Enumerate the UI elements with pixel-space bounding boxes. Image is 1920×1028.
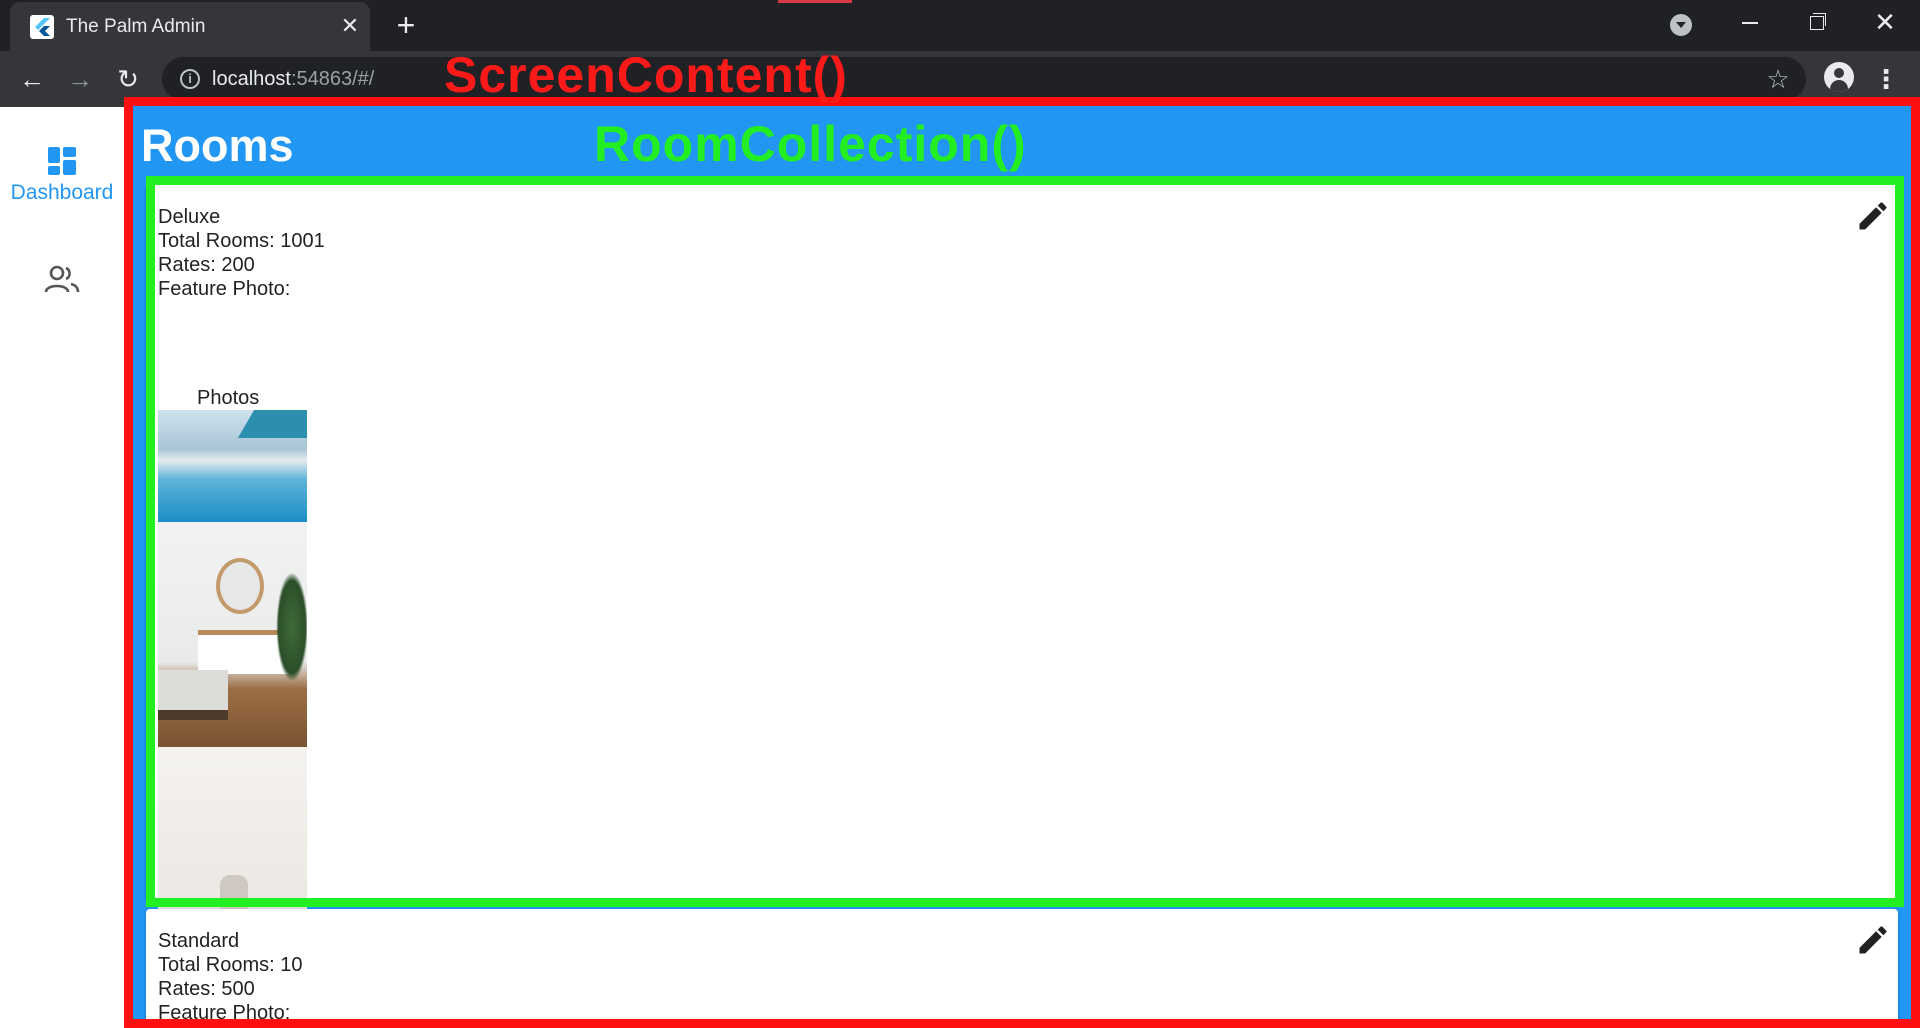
bedroom-photo	[158, 522, 307, 747]
room-rates: Rates: 200	[158, 254, 255, 276]
reload-button[interactable]: ↻	[110, 61, 146, 97]
browser-tab[interactable]: The Palm Admin ✕	[10, 2, 370, 51]
forward-button[interactable]: →	[62, 61, 98, 97]
tab-indicator	[778, 0, 852, 3]
browser-menu-icon[interactable]: ⋮	[1872, 64, 1900, 94]
screen-content: Rooms Deluxe Total Rooms: 1001 Rates: 20…	[133, 106, 1911, 1019]
tab-search-icon[interactable]	[1670, 14, 1692, 36]
pool-photo	[158, 410, 307, 522]
room-photos-label: Photos	[197, 387, 260, 409]
close-window-button[interactable]: ✕	[1862, 6, 1908, 38]
room-feature-photo-label: Feature Photo:	[158, 278, 291, 300]
room-card-standard: Standard Total Rooms: 10 Rates: 500 Feat…	[146, 909, 1898, 1019]
browser-toolbar: ← → ↻ i localhost:54863/#/ ☆ ⋮	[0, 51, 1920, 107]
restore-window-button[interactable]	[1793, 6, 1839, 38]
room-rates: Rates: 500	[158, 978, 255, 1000]
room-collection-annotation-label: RoomCollection()	[594, 116, 1027, 172]
room-feature-photo-label: Feature Photo:	[158, 1002, 291, 1019]
profile-avatar-icon[interactable]	[1824, 62, 1854, 92]
pencil-icon	[1859, 202, 1887, 230]
room-name: Standard	[158, 930, 240, 952]
url-path: :54863/#/	[290, 68, 375, 90]
pencil-icon	[1859, 926, 1887, 954]
address-bar[interactable]: i localhost:54863/#/ ☆	[162, 57, 1806, 101]
edit-room-button[interactable]	[1855, 922, 1891, 958]
nav-item-dashboard-label: Dashboard	[10, 181, 114, 204]
navigation-rail: Dashboard	[0, 107, 124, 1028]
edit-room-button[interactable]	[1855, 198, 1891, 234]
minimize-window-button[interactable]	[1726, 6, 1772, 38]
site-info-icon[interactable]: i	[180, 69, 200, 89]
nav-item-dashboard[interactable]: Dashboard	[0, 143, 124, 213]
room-card-deluxe: Deluxe Total Rooms: 1001 Rates: 200 Feat…	[146, 185, 1898, 972]
new-tab-button[interactable]: +	[390, 9, 422, 42]
people-icon	[44, 265, 80, 293]
room-total-rooms: Total Rooms: 1001	[158, 230, 325, 252]
tab-close-icon[interactable]: ✕	[337, 13, 363, 39]
browser-tabstrip: The Palm Admin ✕ + ✕	[0, 0, 1920, 51]
screen-content-annotation-label: ScreenContent()	[444, 47, 848, 103]
url-text[interactable]: localhost:54863/#/	[212, 68, 374, 90]
url-host: localhost	[212, 68, 291, 90]
room-name: Deluxe	[158, 206, 221, 228]
back-button[interactable]: ←	[14, 61, 50, 97]
bookmark-star-icon[interactable]: ☆	[1763, 64, 1793, 94]
flutter-favicon-icon	[30, 15, 54, 39]
dashboard-icon	[48, 147, 76, 175]
room-total-rooms: Total Rooms: 10	[158, 954, 303, 976]
nav-item-users[interactable]	[44, 265, 80, 295]
tab-title: The Palm Admin	[66, 16, 206, 37]
page-title: Rooms	[141, 120, 294, 171]
